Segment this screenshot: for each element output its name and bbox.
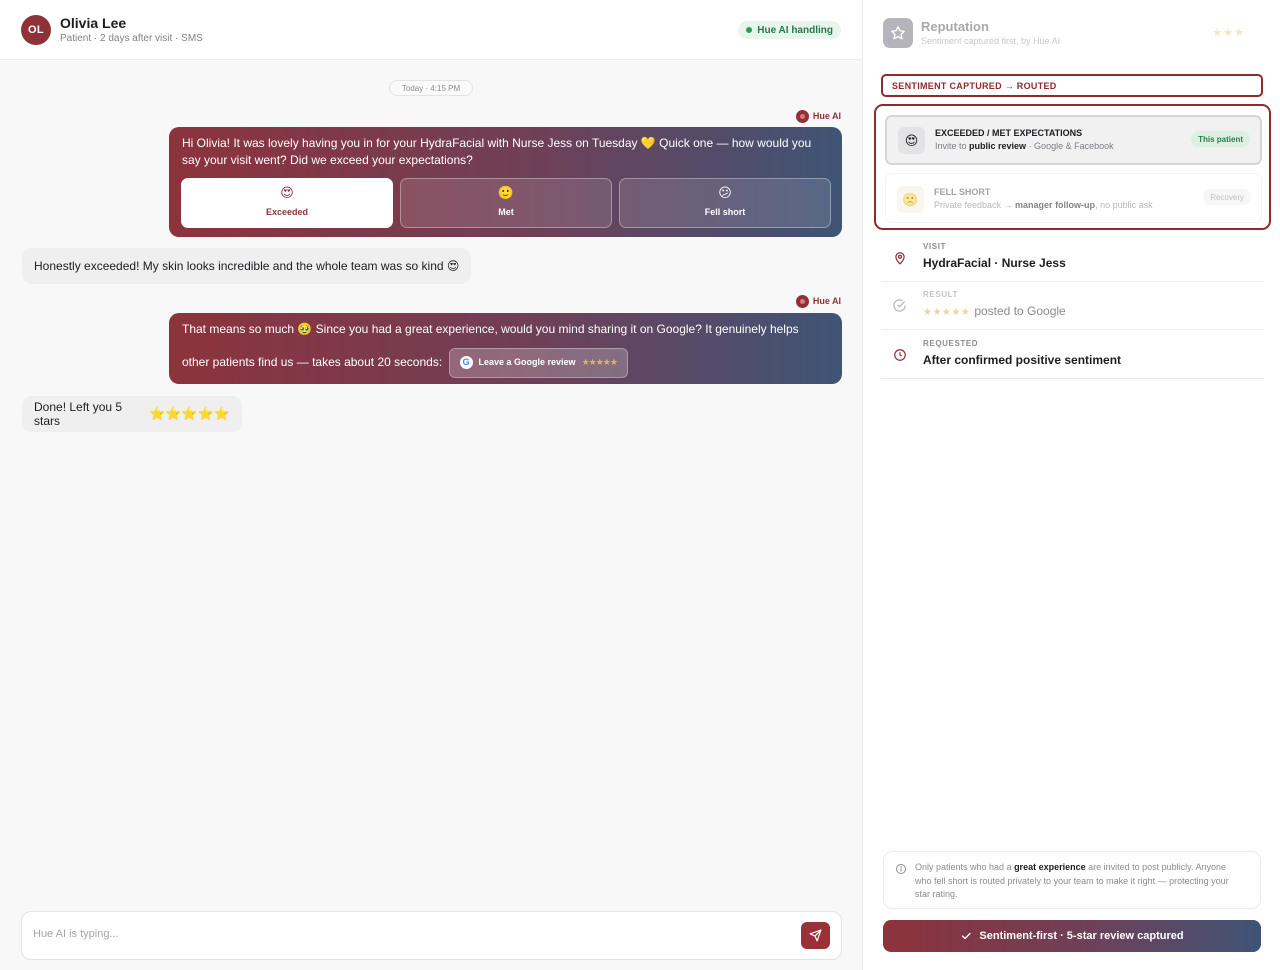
- status-text: Hue AI handling: [757, 24, 833, 36]
- message-input[interactable]: [33, 928, 773, 940]
- ai-message-bubble: Hi Olivia! It was lovely having you in f…: [169, 127, 842, 237]
- date-divider: Today · 4:15 PM: [389, 80, 473, 96]
- sentiment-choices: 😍 Exceeded 🙂 Met 😕 Fell short: [181, 178, 831, 228]
- avatar[interactable]: OL: [21, 15, 51, 45]
- cta-label: Sentiment-first · 5-star review captured: [979, 930, 1184, 942]
- info-value: After confirmed positive sentiment: [923, 353, 1122, 367]
- route-tag: This patient: [1191, 131, 1250, 147]
- route-description: Private feedback → manager follow-up, no…: [934, 200, 1153, 210]
- route-title: EXCEEDED / MET EXPECTATIONS: [935, 128, 1083, 138]
- info-value: HydraFacial · Nurse Jess: [923, 256, 1066, 270]
- route-description: Invite to public review · Google & Faceb…: [935, 141, 1114, 151]
- ai-sender-name: Hue AI: [812, 111, 841, 121]
- chat-pane: OL Olivia Lee Patient · 2 days after vis…: [0, 0, 863, 970]
- chat-header: OL Olivia Lee Patient · 2 days after vis…: [0, 0, 862, 60]
- info-row-requested: REQUESTED After confirmed positive senti…: [881, 331, 1264, 379]
- panel-title: Reputation: [921, 19, 989, 34]
- ai-message-bubble: That means so much 🥹 Since you had a gre…: [169, 313, 842, 384]
- check-circle-icon: [891, 297, 908, 314]
- rating-stars-icon: ★★★: [1212, 27, 1245, 39]
- info-row-visit: VISIT HydraFacial · Nurse Jess: [881, 234, 1264, 282]
- message-text: Done! Left you 5 stars: [34, 400, 123, 428]
- clock-icon: [891, 346, 908, 363]
- patient-meta: Patient · 2 days after visit · SMS: [60, 33, 203, 44]
- stars-icon: ★★★★★: [581, 357, 618, 368]
- google-logo-icon: G: [459, 356, 473, 370]
- send-button[interactable]: [801, 922, 830, 949]
- route-card-negative[interactable]: 🙁 FELL SHORT Private feedback → manager …: [885, 173, 1262, 223]
- send-icon: [809, 929, 822, 942]
- choice-fell-short-button[interactable]: 😕 Fell short: [619, 178, 831, 228]
- patient-name: Olivia Lee: [60, 15, 127, 31]
- routing-heading: SENTIMENT CAPTURED → ROUTED: [881, 74, 1263, 97]
- route-tag: Recovery: [1203, 189, 1251, 205]
- message-text: Honestly exceeded! My skin looks incredi…: [34, 259, 460, 273]
- frown-icon: 🙁: [897, 186, 924, 213]
- info-label: REQUESTED: [923, 339, 979, 348]
- check-icon: [962, 932, 972, 940]
- routing-options: 😍 EXCEEDED / MET EXPECTATIONS Invite to …: [874, 104, 1271, 230]
- policy-note: Only patients who had a great experience…: [883, 851, 1261, 909]
- info-row-result: RESULT ★★★★★ posted to Google: [881, 282, 1264, 330]
- choice-label: Exceeded: [265, 206, 309, 217]
- info-label: RESULT: [923, 290, 959, 299]
- info-label: VISIT: [923, 242, 947, 251]
- pin-icon: [891, 249, 908, 266]
- choice-exceeded-button[interactable]: 😍 Exceeded: [181, 178, 393, 228]
- stars-icon: ⭐⭐⭐⭐⭐: [149, 406, 230, 421]
- route-title: FELL SHORT: [934, 187, 991, 197]
- status-dot-icon: [746, 27, 753, 33]
- message-text: Hi Olivia! It was lovely having you in f…: [182, 136, 812, 167]
- ai-sender-label: Hue AI: [795, 294, 841, 308]
- heart-eyes-icon: 😍: [280, 184, 294, 200]
- hue-ai-avatar-icon: [795, 294, 809, 308]
- heart-eyes-icon: 😍: [898, 127, 925, 154]
- review-captured-button[interactable]: Sentiment-first · 5-star review captured: [883, 920, 1261, 952]
- panel-subtitle: Sentiment captured first, by Hue AI: [921, 36, 1061, 46]
- ai-sender-name: Hue AI: [812, 296, 841, 306]
- smile-icon: 🙂: [497, 184, 515, 200]
- patient-message-bubble: Honestly exceeded! My skin looks incredi…: [22, 248, 472, 284]
- info-value: ★★★★★ posted to Google: [923, 304, 1066, 318]
- stars-icon: ★★★★★: [923, 307, 971, 318]
- star-icon: [883, 18, 913, 48]
- route-card-positive[interactable]: 😍 EXCEEDED / MET EXPECTATIONS Invite to …: [885, 115, 1262, 165]
- choice-label: Fell short: [704, 206, 746, 217]
- patient-message-bubble: Done! Left you 5 stars ⭐⭐⭐⭐⭐: [22, 396, 242, 432]
- message-composer: [21, 911, 842, 960]
- status-badge: Hue AI handling: [738, 21, 841, 39]
- note-text: Only patients who had a great experience…: [915, 862, 1229, 899]
- info-icon: [895, 862, 907, 880]
- choice-met-button[interactable]: 🙂 Met: [400, 178, 612, 228]
- reputation-panel: Reputation Sentiment captured first, by …: [864, 0, 1280, 970]
- review-button-label: Leave a Google review: [478, 357, 576, 368]
- ai-sender-label: Hue AI: [795, 109, 841, 123]
- choice-label: Met: [498, 206, 514, 217]
- confused-face-icon: 😕: [718, 184, 732, 200]
- google-review-button[interactable]: G Leave a Google review ★★★★★: [448, 347, 628, 378]
- hue-ai-avatar-icon: [795, 109, 809, 123]
